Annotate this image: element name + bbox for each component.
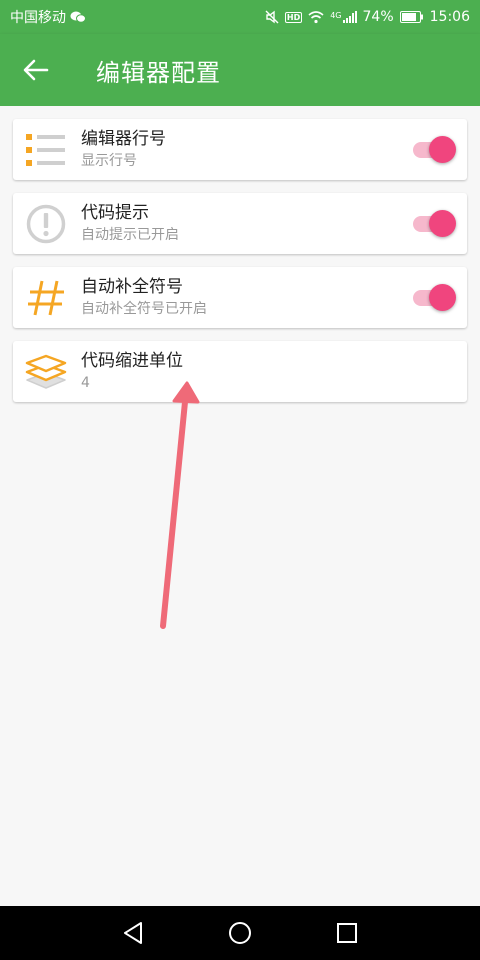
setting-title: 自动补全符号 [81, 277, 183, 297]
status-left: 中国移动 [10, 7, 86, 27]
arrow-back-icon [23, 59, 49, 81]
hd-badge: HD [284, 11, 303, 23]
wechat-icon [70, 10, 86, 24]
setting-title: 代码提示 [81, 203, 149, 223]
line-number-icon [25, 129, 67, 171]
setting-code-hints[interactable]: 代码提示 自动提示已开启 [13, 193, 467, 254]
app-bar: 编辑器配置 [0, 34, 480, 106]
exclamation-circle-icon [25, 203, 67, 245]
system-nav-bar [0, 906, 480, 960]
square-recents-icon [336, 923, 357, 943]
auto-complete-switch[interactable] [411, 282, 457, 312]
setting-title: 编辑器行号 [81, 129, 166, 149]
mute-icon [265, 10, 279, 24]
battery-percent: 74% [362, 9, 394, 25]
setting-indent-unit[interactable]: 代码缩进单位 4 [13, 341, 467, 402]
line-numbers-switch[interactable] [411, 134, 457, 164]
wifi-icon [308, 10, 324, 24]
nav-recents-button[interactable] [320, 906, 374, 960]
setting-subtitle: 自动提示已开启 [81, 227, 179, 243]
setting-subtitle: 显示行号 [81, 153, 137, 169]
network-label: 4G [330, 11, 342, 20]
code-hints-switch[interactable] [411, 208, 457, 238]
layers-icon [25, 351, 67, 393]
nav-home-button[interactable] [213, 906, 267, 960]
setting-auto-complete[interactable]: 自动补全符号 自动补全符号已开启 [13, 267, 467, 328]
hash-icon [25, 277, 67, 319]
settings-list: 编辑器行号 显示行号 代码提示 自动提示已开启 自动补全符号 自动补全符号已开启… [0, 106, 480, 906]
back-button[interactable] [0, 34, 72, 106]
setting-value: 4 [81, 375, 90, 391]
battery-icon [399, 11, 424, 23]
signal-icon: 4G [330, 11, 357, 23]
setting-text: 代码提示 自动提示已开启 [81, 202, 179, 245]
status-bar: 中国移动 HD 4G 74% 15:06 [0, 0, 480, 34]
setting-text: 自动补全符号 自动补全符号已开启 [81, 276, 207, 319]
switch-thumb [429, 136, 456, 163]
carrier-label: 中国移动 [10, 10, 66, 26]
setting-line-numbers[interactable]: 编辑器行号 显示行号 [13, 119, 467, 180]
setting-title: 代码缩进单位 [81, 351, 183, 371]
switch-thumb [429, 284, 456, 311]
circle-home-icon [228, 922, 251, 944]
nav-back-button[interactable] [106, 906, 160, 960]
switch-thumb [429, 210, 456, 237]
triangle-back-icon [124, 922, 143, 944]
page-title: 编辑器配置 [96, 58, 221, 87]
setting-text: 代码缩进单位 4 [81, 350, 183, 393]
setting-subtitle: 自动补全符号已开启 [81, 301, 207, 317]
setting-text: 编辑器行号 显示行号 [81, 128, 166, 171]
clock: 15:06 [429, 9, 470, 25]
status-right: HD 4G 74% 15:06 [265, 9, 470, 25]
